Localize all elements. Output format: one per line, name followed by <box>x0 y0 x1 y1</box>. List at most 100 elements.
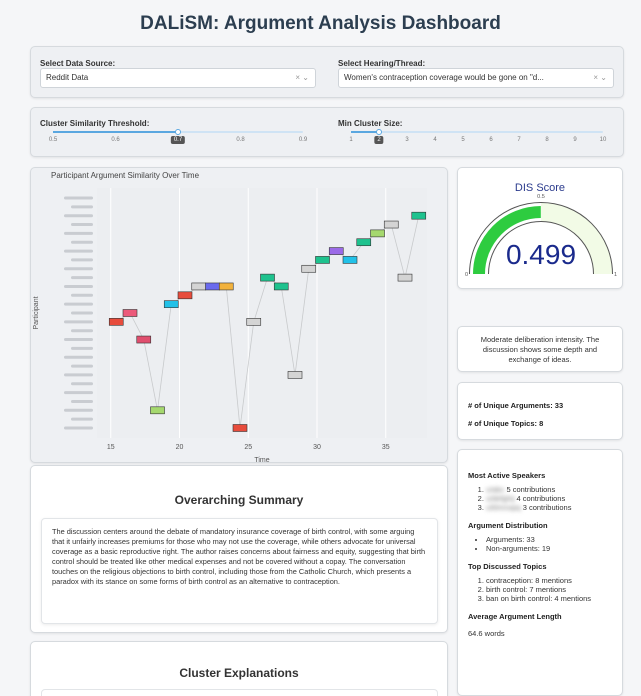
topics-list: contraception: 8 mentions birth control:… <box>468 576 612 603</box>
participant-tick-label <box>71 240 93 244</box>
threshold-tick-label: 0.8 <box>236 137 245 143</box>
thread-select-controls[interactable]: × ⌄ <box>593 69 607 87</box>
topic-item: contraception: 8 mentions <box>486 576 612 585</box>
min-size-tick-label: 8 <box>545 137 549 143</box>
topic-item: ban on birth control: 4 mentions <box>486 594 612 603</box>
similarity-chart-card: Participant Argument Similarity Over Tim… <box>30 167 448 464</box>
speaker-item: u/defghij 4 contributions <box>486 494 612 503</box>
x-tick-label: 25 <box>244 444 252 451</box>
summary-text: The discussion centers around the debate… <box>41 518 438 624</box>
participant-tick-label <box>71 399 93 403</box>
speaker-item: u/abc 5 contributions <box>486 485 612 494</box>
thread-select[interactable]: Women's contraception coverage would be … <box>338 68 614 88</box>
threshold-value-badge: 0.7 <box>170 136 186 144</box>
argument-marker <box>315 256 330 264</box>
min-size-tick-label: 10 <box>599 137 607 143</box>
argument-marker <box>328 247 344 255</box>
participant-tick-label <box>64 373 93 377</box>
gauge-scale-label: 1 <box>614 272 617 278</box>
x-tick-label: 15 <box>107 444 115 451</box>
participant-tick-label <box>64 231 93 235</box>
x-axis-label: Time <box>254 457 269 464</box>
argument-marker <box>273 282 289 291</box>
thread-label: Select Hearing/Thread: <box>338 59 426 68</box>
topic-item: birth control: 7 mentions <box>486 585 612 594</box>
distribution-item: Non-arguments: 19 <box>486 544 612 553</box>
data-source-label: Select Data Source: <box>40 59 116 68</box>
plot-area <box>97 188 427 438</box>
participant-tick-label <box>71 346 93 350</box>
argument-marker <box>150 406 165 415</box>
distribution-item: Arguments: 33 <box>486 535 612 544</box>
gauge-scale-label: 0.5 <box>537 194 545 200</box>
participant-tick-label <box>64 267 93 271</box>
threshold-slider-handle[interactable] <box>175 129 181 135</box>
threshold-label: Cluster Similarity Threshold: <box>40 119 150 128</box>
argument-marker <box>246 318 262 326</box>
argument-marker <box>260 273 275 282</box>
data-source-select[interactable]: Reddit Data × ⌄ <box>40 68 316 88</box>
insights-card: Most Active Speakers u/abc 5 contributio… <box>457 449 623 696</box>
x-tick-label: 35 <box>382 444 390 451</box>
speaker-item: u/klmnopq 3 contributions <box>486 503 612 512</box>
argument-marker <box>232 424 248 432</box>
participant-tick-label <box>71 364 93 368</box>
argument-marker <box>218 282 234 291</box>
min-size-tick-label: 6 <box>489 137 493 143</box>
argument-marker <box>370 229 385 238</box>
participant-tick-label <box>64 408 93 412</box>
min-size-tick-label: 5 <box>461 137 465 143</box>
argument-marker <box>108 318 124 326</box>
participant-tick-label <box>64 214 93 218</box>
participant-tick-label <box>71 258 93 262</box>
topics-heading: Top Discussed Topics <box>468 562 547 571</box>
dis-score-card: DIS Score 0 0.5 1 0.499 <box>457 167 623 289</box>
data-source-select-controls[interactable]: × ⌄ <box>295 69 309 87</box>
argument-marker <box>122 309 138 317</box>
threshold-tick-label: 0.5 <box>48 137 58 143</box>
distribution-heading: Argument Distribution <box>468 521 548 530</box>
argument-marker <box>136 335 152 344</box>
dis-gauge: 0 0.5 1 0.499 <box>465 194 617 278</box>
distribution-list: Arguments: 33 Non-arguments: 19 <box>468 535 612 553</box>
unique-topics-stat: # of Unique Topics: 8 <box>468 419 544 428</box>
min-size-tick-label: 4 <box>433 137 437 143</box>
speaker-name: u/klmnopq <box>486 503 521 512</box>
thread-value: Women's contraception coverage would be … <box>344 73 544 82</box>
argument-marker <box>397 273 413 282</box>
participant-tick-label <box>64 284 93 288</box>
participant-tick-label <box>64 355 93 359</box>
participant-tick-label <box>64 320 93 324</box>
avg-length-value: 64.6 words <box>468 629 505 638</box>
dis-description: Moderate deliberation intensity. The dis… <box>480 335 600 364</box>
min-size-slider-track[interactable] <box>351 131 603 133</box>
participant-tick-label <box>71 329 93 333</box>
argument-marker <box>342 256 358 264</box>
participant-tick-label <box>64 426 93 430</box>
argument-marker <box>177 291 193 300</box>
participant-tick-label <box>71 293 93 297</box>
participant-tick-label <box>71 276 93 280</box>
stats-card: # of Unique Arguments: 33 # of Unique To… <box>457 382 623 440</box>
x-tick-label: 20 <box>176 444 184 451</box>
min-size-label: Min Cluster Size: <box>338 119 403 128</box>
participant-tick-label <box>71 417 93 421</box>
participant-tick-label <box>71 382 93 386</box>
summary-heading: Overarching Summary <box>174 493 304 507</box>
threshold-tick-label: 0.6 <box>111 137 120 143</box>
dis-description-card: Moderate deliberation intensity. The dis… <box>457 326 623 372</box>
dis-score-value: 0.499 <box>506 239 576 270</box>
argument-marker <box>191 282 207 291</box>
source-select-card: Select Data Source: Reddit Data × ⌄ Sele… <box>30 46 624 98</box>
argument-marker <box>287 371 303 379</box>
y-axis-label: Participant <box>33 296 40 329</box>
participant-tick-label <box>64 391 93 395</box>
summary-card: Overarching Summary The discussion cente… <box>30 465 448 633</box>
speakers-list: u/abc 5 contributions u/defghij 4 contri… <box>468 485 612 512</box>
participant-tick-label <box>64 338 93 342</box>
slider-card: Cluster Similarity Threshold: 0.5 0.6 0.7 0… <box>30 107 624 157</box>
min-size-tick-label: 9 <box>573 137 577 143</box>
similarity-chart: 15 20 25 30 35 Time Participant <box>33 188 427 464</box>
min-size-slider-handle[interactable] <box>376 129 382 135</box>
page-title: DALiSM: Argument Analysis Dashboard <box>140 13 501 34</box>
